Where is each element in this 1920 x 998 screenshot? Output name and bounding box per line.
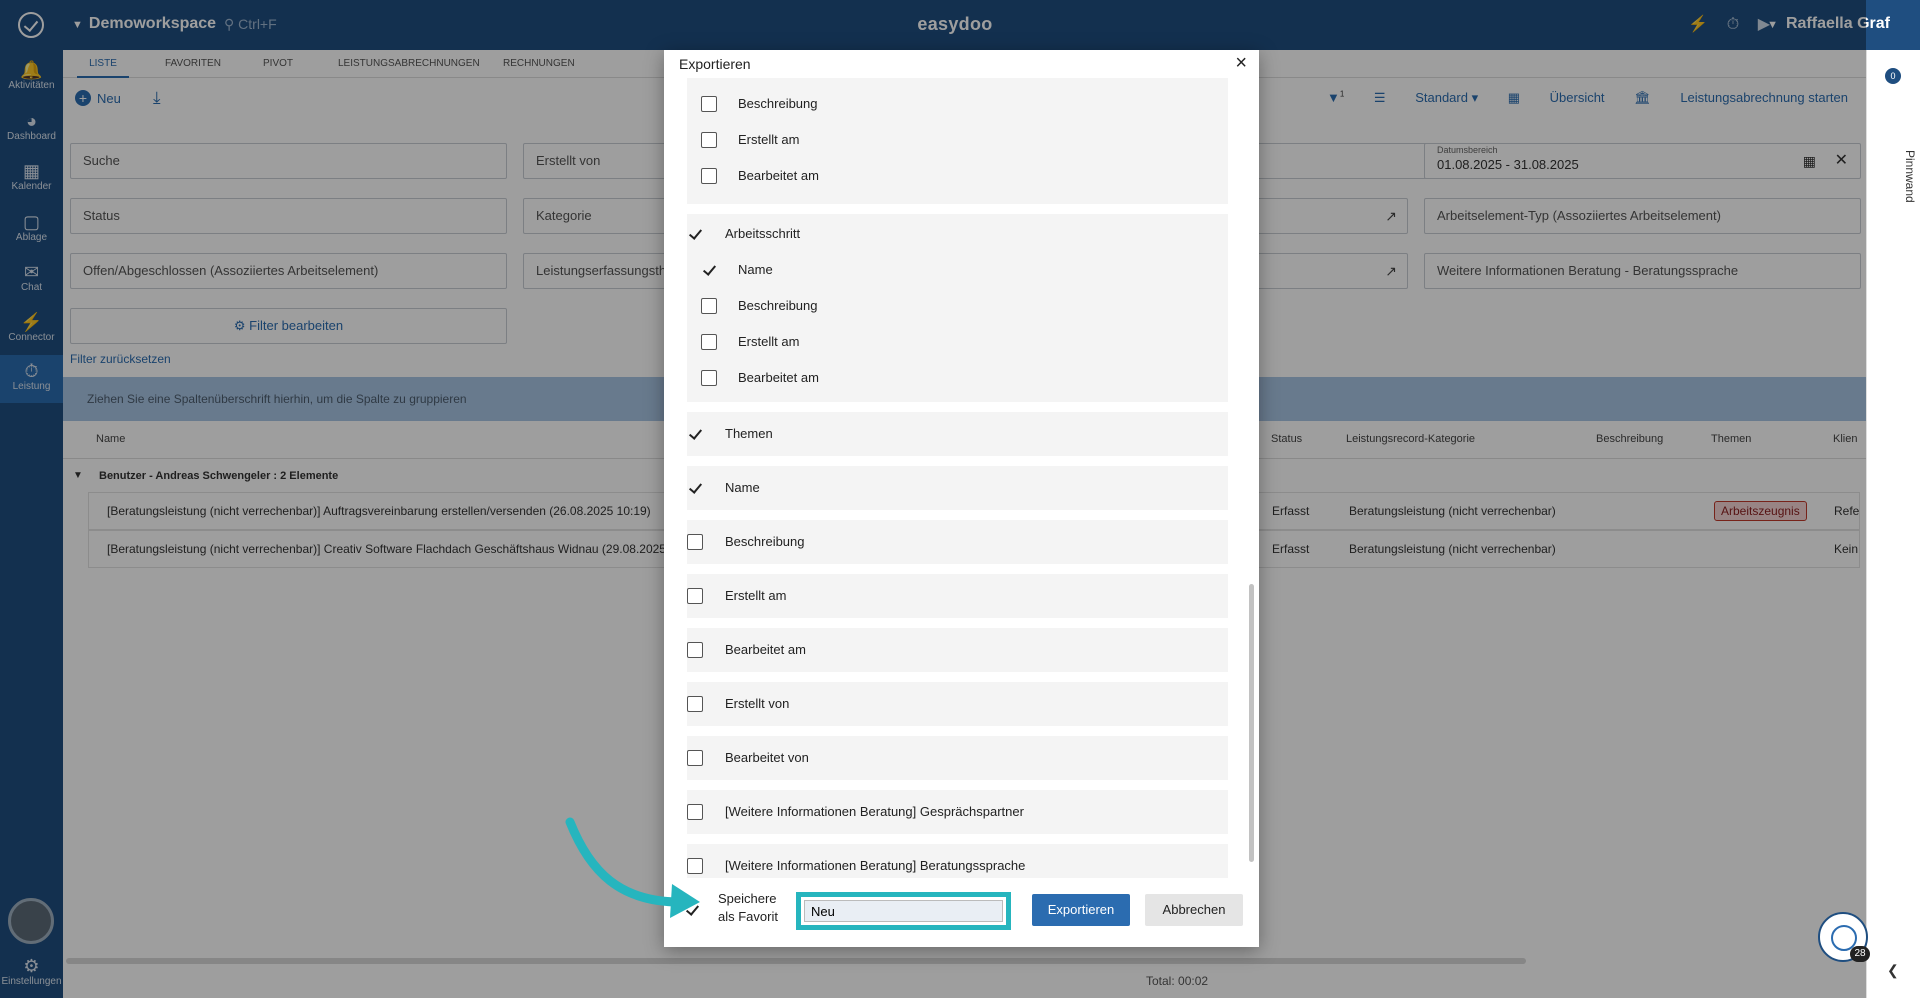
- checkbox-label: Bearbeitet am: [738, 370, 819, 385]
- task-fab[interactable]: 28: [1818, 912, 1870, 962]
- scrollbar-thumb[interactable]: [1249, 584, 1254, 862]
- checkbox-label: Erstellt am: [738, 334, 800, 349]
- checkbox-label: Themen: [725, 426, 773, 441]
- tutorial-arrow-icon: [565, 817, 700, 918]
- checkbox[interactable]: [687, 588, 703, 604]
- dialog-title: Exportieren: [679, 56, 751, 72]
- checkbox[interactable]: [687, 642, 703, 658]
- checkbox-label: [Weitere Informationen Beratung] Beratun…: [725, 858, 1026, 873]
- field-row[interactable]: Bearbeitet am: [687, 628, 1228, 672]
- field-group: Arbeitsschritt Name Beschreibung Erstell…: [687, 214, 1228, 402]
- export-button[interactable]: Exportieren: [1032, 894, 1130, 926]
- cancel-button[interactable]: Abbrechen: [1145, 894, 1243, 926]
- checkbox-label: Name: [738, 262, 773, 277]
- checkbox[interactable]: [701, 168, 717, 184]
- field-row[interactable]: [Weitere Informationen Beratung] Beratun…: [687, 844, 1228, 878]
- close-icon[interactable]: ×: [1235, 52, 1247, 75]
- dialog-scrollbar[interactable]: [1248, 78, 1256, 878]
- field-row[interactable]: Name: [687, 466, 1228, 510]
- checkbox[interactable]: [701, 96, 717, 112]
- checkbox[interactable]: [687, 750, 703, 766]
- checkbox[interactable]: [701, 370, 717, 386]
- chevron-left-icon[interactable]: ❮: [1887, 962, 1899, 979]
- favorite-name-highlight: [796, 892, 1011, 930]
- right-rail: 0 Pinnwand ❮: [1866, 50, 1920, 998]
- checkmark-icon[interactable]: [687, 426, 703, 442]
- checkbox[interactable]: [701, 334, 717, 350]
- checkbox-label: Erstellt am: [725, 588, 787, 603]
- checkbox-label: [Weitere Informationen Beratung] Gespräc…: [725, 804, 1024, 819]
- checkbox-label: Beschreibung: [738, 298, 818, 313]
- field-row[interactable]: Erstellt von: [687, 682, 1228, 726]
- field-row[interactable]: Bearbeitet von: [687, 736, 1228, 780]
- fab-badge: 28: [1850, 946, 1870, 962]
- field-row[interactable]: Themen: [687, 412, 1228, 456]
- checkbox-label: Arbeitsschritt: [725, 226, 801, 241]
- pinnwand-badge: 0: [1885, 68, 1901, 84]
- checkbox-label: Bearbeitet am: [738, 168, 819, 183]
- field-group: Beschreibung Erstellt am Bearbeitet am: [687, 78, 1228, 204]
- field-row[interactable]: [Weitere Informationen Beratung] Gespräc…: [687, 790, 1228, 834]
- checkbox-label: Erstellt am: [738, 132, 800, 147]
- export-dialog: Exportieren × Beschreibung Erstellt am B…: [664, 50, 1259, 947]
- checkbox-label: Name: [725, 480, 760, 495]
- checkbox[interactable]: [687, 534, 703, 550]
- checkbox-label: Bearbeitet am: [725, 642, 806, 657]
- checkmark-icon[interactable]: [701, 262, 717, 278]
- save-favorite-label: Speichere als Favorit: [718, 891, 778, 924]
- checkbox-label: Bearbeitet von: [725, 750, 809, 765]
- checkbox[interactable]: [701, 132, 717, 148]
- checkbox-label: Erstellt von: [725, 696, 790, 711]
- pinnwand-label[interactable]: Pinnwand: [1871, 150, 1917, 240]
- dialog-footer: Speichere als Favorit Exportieren Abbrec…: [664, 878, 1259, 947]
- checkbox-label: Beschreibung: [725, 534, 805, 549]
- checkbox[interactable]: [701, 298, 717, 314]
- checkmark-icon[interactable]: [687, 226, 703, 242]
- checkbox[interactable]: [687, 696, 703, 712]
- checkbox-label: Beschreibung: [738, 96, 818, 111]
- checkmark-icon[interactable]: [687, 480, 703, 496]
- favorite-name-input[interactable]: [804, 900, 1003, 922]
- field-row[interactable]: Erstellt am: [687, 574, 1228, 618]
- dialog-body[interactable]: Beschreibung Erstellt am Bearbeitet am A…: [664, 78, 1259, 878]
- field-row[interactable]: Beschreibung: [687, 520, 1228, 564]
